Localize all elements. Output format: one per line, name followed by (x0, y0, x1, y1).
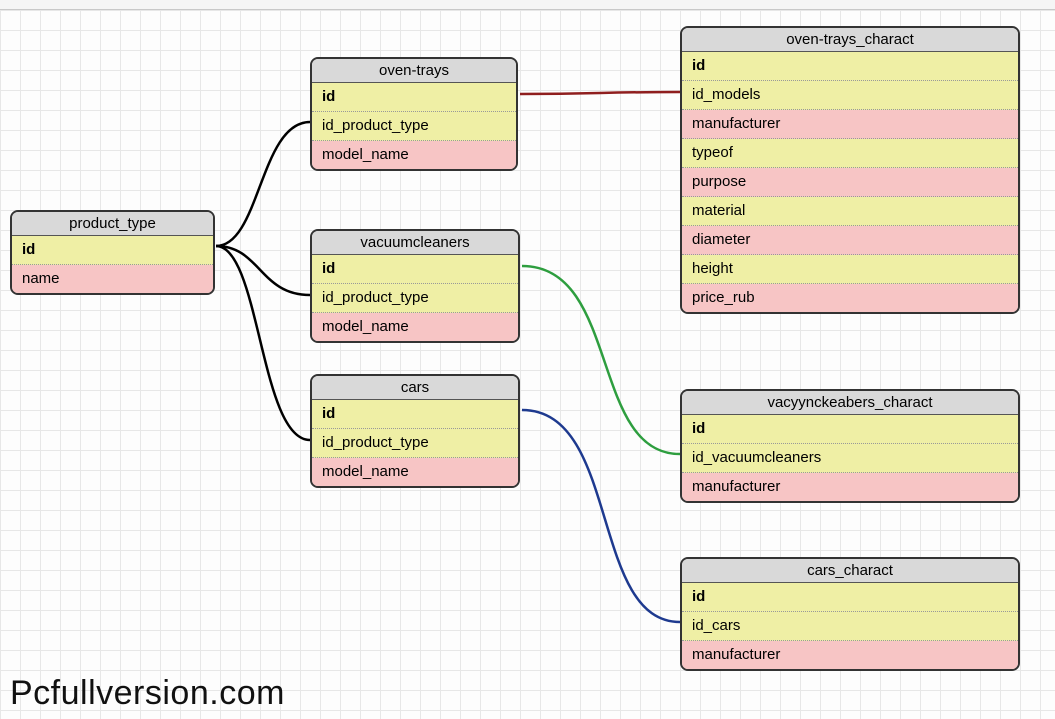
table-title: vacuumcleaners (312, 231, 518, 255)
column-id-product-type: id_product_type (312, 284, 518, 313)
column-model-name: model_name (312, 313, 518, 341)
column-id: id (682, 583, 1018, 612)
column-id-vacuumcleaners: id_vacuumcleaners (682, 444, 1018, 473)
column-id: id (312, 400, 518, 429)
column-price-rub: price_rub (682, 284, 1018, 312)
column-id-models: id_models (682, 81, 1018, 110)
table-product-type[interactable]: product_type id name (10, 210, 215, 295)
column-id-product-type: id_product_type (312, 429, 518, 458)
link-product-to-oven (216, 122, 310, 246)
table-vacyynckeabers-charact[interactable]: vacyynckeabers_charact id id_vacuumclean… (680, 389, 1020, 503)
link-product-to-vacuum (216, 246, 310, 295)
link-product-to-cars (216, 246, 310, 440)
column-id-product-type: id_product_type (312, 112, 516, 141)
table-title: cars_charact (682, 559, 1018, 583)
column-id: id (682, 415, 1018, 444)
table-title: oven-trays_charact (682, 28, 1018, 52)
link-cars-to-carschar (522, 410, 680, 622)
column-purpose: purpose (682, 168, 1018, 197)
table-title: product_type (12, 212, 213, 236)
diagram-canvas[interactable]: product_type id name oven-trays id id_pr… (0, 10, 1055, 719)
table-title: oven-trays (312, 59, 516, 83)
column-diameter: diameter (682, 226, 1018, 255)
column-manufacturer: manufacturer (682, 641, 1018, 669)
column-model-name: model_name (312, 458, 518, 486)
column-height: height (682, 255, 1018, 284)
table-oven-trays[interactable]: oven-trays id id_product_type model_name (310, 57, 518, 171)
link-oven-to-ovenchar (520, 92, 680, 94)
column-manufacturer: manufacturer (682, 110, 1018, 139)
column-id: id (312, 83, 516, 112)
column-id: id (312, 255, 518, 284)
table-cars-charact[interactable]: cars_charact id id_cars manufacturer (680, 557, 1020, 671)
watermark-text: Pcfullversion.com (10, 674, 285, 713)
column-model-name: model_name (312, 141, 516, 169)
toolbar-strip (0, 0, 1055, 10)
column-name: name (12, 265, 213, 293)
link-vacuum-to-vacchar (522, 266, 680, 454)
table-title: cars (312, 376, 518, 400)
table-vacuumcleaners[interactable]: vacuumcleaners id id_product_type model_… (310, 229, 520, 343)
column-material: material (682, 197, 1018, 226)
column-id-cars: id_cars (682, 612, 1018, 641)
table-title: vacyynckeabers_charact (682, 391, 1018, 415)
column-id: id (682, 52, 1018, 81)
table-oven-trays-charact[interactable]: oven-trays_charact id id_models manufact… (680, 26, 1020, 314)
column-typeof: typeof (682, 139, 1018, 168)
column-id: id (12, 236, 213, 265)
table-cars[interactable]: cars id id_product_type model_name (310, 374, 520, 488)
column-manufacturer: manufacturer (682, 473, 1018, 501)
